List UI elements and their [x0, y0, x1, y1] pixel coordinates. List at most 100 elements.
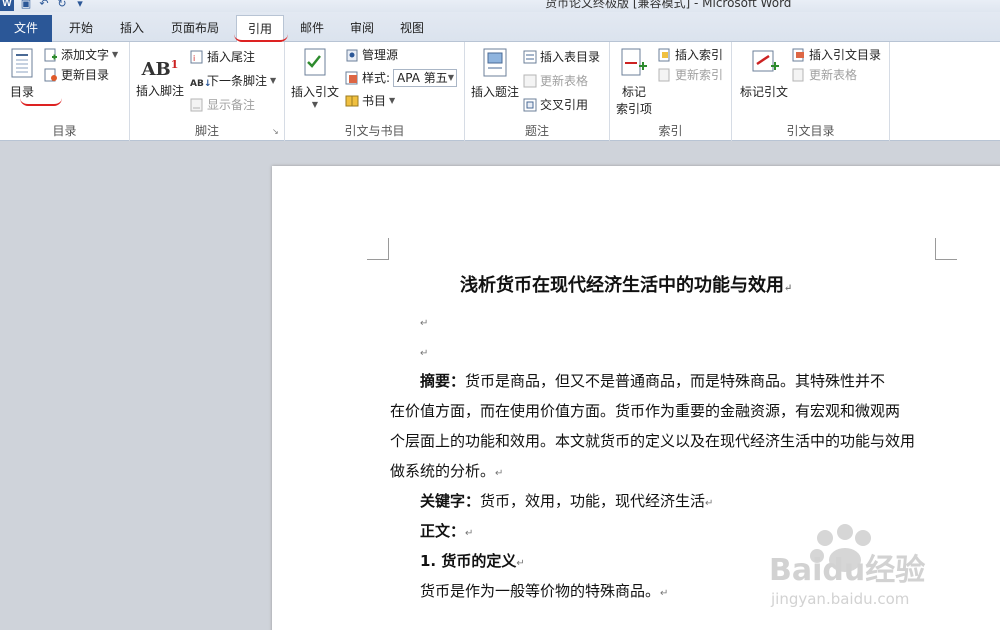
abstract-line-4[interactable]: 做系统的分析。↵: [390, 456, 503, 489]
abstract-line-3[interactable]: 个层面上的功能和效用。本文就货币的定义以及在现代经济生活中的功能与效用: [390, 426, 915, 456]
red-underline-annotation: [234, 34, 288, 42]
cross-reference-icon: [523, 98, 537, 112]
insert-endnote-label: 插入尾注: [207, 50, 256, 64]
abstract-label: 摘要：: [420, 372, 466, 390]
update-toc-label: 更新目录: [61, 68, 110, 82]
insert-caption-icon: [483, 48, 507, 77]
toc-button[interactable]: 目录: [4, 48, 40, 100]
show-notes-button[interactable]: 显示备注: [190, 95, 255, 115]
paragraph-mark-icon: ↵: [420, 348, 429, 359]
save-icon[interactable]: ▣: [20, 0, 32, 10]
paragraph-mark-icon: ↵: [705, 498, 714, 509]
insert-footnote-button[interactable]: AB1 插入脚注: [134, 50, 186, 99]
update-toa-button[interactable]: 更新表格: [792, 65, 857, 85]
insert-endnote-button[interactable]: i 插入尾注: [190, 47, 255, 67]
insert-citation-button[interactable]: 插入引文 ▼: [289, 48, 341, 109]
endnote-icon: i: [190, 50, 203, 64]
quick-access-toolbar: W ▣ ↶ ↻ ▾: [0, 0, 86, 12]
abstract-line-1[interactable]: 摘要：货币是商品，但又不是普通商品，而是特殊商品。其特殊性并不: [420, 366, 885, 396]
footnote-icon: AB1: [141, 58, 179, 80]
group-toc: 目录 添加文字 ▼ 更新目录 目录: [0, 42, 130, 141]
abstract-text-1: 货币是商品，但又不是普通商品，而是特殊商品。其特殊性并不: [465, 372, 886, 390]
tab-file[interactable]: 文件: [0, 15, 52, 42]
style-value: APA 第五: [397, 71, 448, 85]
update-toc-icon: [44, 68, 57, 82]
paragraph-mark-icon: ↵: [495, 468, 504, 479]
group-label-citations: 引文与书目: [344, 124, 405, 138]
mark-citation-button[interactable]: 标记引文: [736, 48, 792, 100]
abstract-line-2[interactable]: 在价值方面，而在使用价值方面。货币作为重要的金融资源，有宏观和微观两: [390, 396, 900, 426]
toc-icon: [11, 48, 33, 78]
empty-paragraph-2[interactable]: ↵: [420, 336, 428, 369]
document-area[interactable]: 浅析货币在现代经济生活中的功能与效用↵ ↵ ↵ 摘要：货币是商品，但又不是普通商…: [0, 142, 1000, 630]
keywords-line[interactable]: 关键字：货币，效用，功能，现代经济生活↵: [420, 486, 713, 519]
cross-reference-label: 交叉引用: [540, 98, 589, 112]
insert-table-of-figures-button[interactable]: 插入表目录: [523, 47, 600, 67]
mark-entry-button[interactable]: 标记 索引项: [614, 48, 654, 117]
tab-page-layout[interactable]: 页面布局: [160, 15, 230, 42]
baidu-watermark: Baidu经验 jingyan.baidu.com: [765, 520, 995, 610]
title-bar: W ▣ ↶ ↻ ▾ 货币论文终极版 [兼容模式] - Microsoft Wor…: [0, 0, 1000, 12]
abstract-text-4: 做系统的分析。: [390, 462, 496, 480]
ribbon-tabs: 文件 开始 插入 页面布局 引用 邮件 审阅 视图: [0, 12, 1000, 43]
group-captions: 插入题注 插入表目录 更新表格 交叉引用 题注: [465, 42, 610, 141]
update-toc-button[interactable]: 更新目录: [44, 65, 109, 85]
abstract-text-3: 个层面上的功能和效用。本文就货币的定义以及在现代经济生活中的功能与效用: [390, 432, 916, 450]
watermark-url: jingyan.baidu.com: [770, 590, 909, 608]
style-dropdown[interactable]: APA 第五 ▼: [393, 69, 458, 87]
tab-home[interactable]: 开始: [58, 15, 104, 42]
document-title-text: 浅析货币在现代经济生活中的功能与效用: [460, 275, 784, 296]
group-index: 标记 索引项 插入索引 更新索引 索引: [610, 42, 732, 141]
body-heading[interactable]: 正文：↵: [420, 516, 473, 549]
insert-citation-label: 插入引文: [290, 85, 339, 99]
manage-sources-button[interactable]: 管理源: [345, 45, 398, 65]
insert-caption-button[interactable]: 插入题注: [469, 48, 521, 100]
group-citations: 插入引文 ▼ 管理源 样式: APA 第五 ▼ 书目 ▼ 引文与书目: [285, 42, 465, 141]
section-1-heading[interactable]: 1. 货币的定义↵: [420, 546, 525, 579]
section-1-body: 货币是作为一般等价物的特殊商品。: [420, 582, 661, 600]
bibliography-button[interactable]: 书目 ▼: [345, 91, 395, 111]
tab-insert[interactable]: 插入: [110, 15, 154, 42]
bibliography-icon: [345, 95, 359, 107]
paragraph-mark-icon: ↵: [516, 558, 525, 569]
group-authorities: 标记引文 插入引文目录 更新表格 引文目录: [732, 42, 890, 141]
style-selector[interactable]: 样式: APA 第五 ▼: [345, 68, 458, 88]
update-index-label: 更新索引: [675, 68, 724, 82]
insert-table-of-figures-label: 插入表目录: [540, 50, 601, 64]
add-text-label: 添加文字: [61, 48, 110, 62]
group-label-captions: 题注: [524, 124, 549, 138]
insert-index-button[interactable]: 插入索引: [658, 45, 723, 65]
update-table-captions-label: 更新表格: [540, 74, 589, 88]
group-footnotes: AB1 插入脚注 i 插入尾注 AB↓ 下一条脚注 ▼ 显示备注 ↘ 脚注: [130, 42, 285, 141]
update-toa-label: 更新表格: [809, 68, 858, 82]
word-logo-icon: W: [0, 0, 14, 11]
style-icon: [345, 71, 358, 85]
paragraph-mark-icon: ↵: [420, 318, 429, 329]
crop-mark-right: [935, 238, 957, 260]
chevron-down-icon: ▼: [112, 50, 119, 59]
chevron-down-icon: ▼: [311, 100, 319, 109]
cross-reference-button[interactable]: 交叉引用: [523, 95, 588, 115]
tab-mailings[interactable]: 邮件: [290, 15, 334, 42]
section-1-text[interactable]: 货币是作为一般等价物的特殊商品。↵: [420, 576, 668, 609]
undo-icon[interactable]: ↶: [38, 0, 50, 10]
next-footnote-button[interactable]: AB↓ 下一条脚注 ▼: [190, 71, 276, 91]
customize-qat-icon[interactable]: ▾: [74, 0, 86, 10]
insert-index-icon: [658, 48, 670, 62]
show-notes-label: 显示备注: [207, 98, 256, 112]
update-table-captions-button[interactable]: 更新表格: [523, 71, 588, 91]
table-of-figures-icon: [523, 50, 537, 64]
redo-icon[interactable]: ↻: [56, 0, 68, 10]
tab-review[interactable]: 审阅: [340, 15, 384, 42]
insert-toa-label: 插入引文目录: [809, 48, 882, 62]
insert-toa-button[interactable]: 插入引文目录: [792, 45, 881, 65]
document-title[interactable]: 浅析货币在现代经济生活中的功能与效用↵: [460, 271, 792, 297]
insert-citation-icon: [304, 48, 326, 76]
keywords-text: 货币，效用，功能，现代经济生活: [480, 492, 706, 510]
tab-view[interactable]: 视图: [390, 15, 434, 42]
add-text-button[interactable]: 添加文字 ▼: [44, 45, 118, 65]
ribbon: 目录 添加文字 ▼ 更新目录 目录 AB1 插入脚注 i 插入尾注 AB↓ 下一条…: [0, 42, 1000, 141]
insert-index-label: 插入索引: [675, 48, 724, 62]
empty-paragraph-1[interactable]: ↵: [420, 306, 428, 339]
update-index-button[interactable]: 更新索引: [658, 65, 723, 85]
